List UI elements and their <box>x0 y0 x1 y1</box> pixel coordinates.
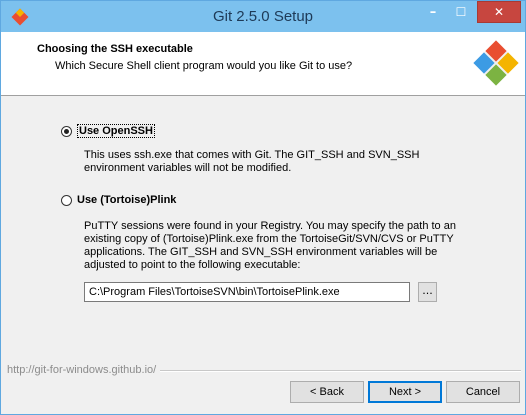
wizard-content: Use OpenSSH This uses ssh.exe that comes… <box>1 96 525 366</box>
option-openssh[interactable]: Use OpenSSH <box>61 124 155 138</box>
radio-plink[interactable] <box>61 194 72 206</box>
option-openssh-description: This uses ssh.exe that comes with Git. T… <box>84 149 420 174</box>
option-plink-description: PuTTY sessions were found in your Regist… <box>84 220 456 271</box>
option-plink[interactable]: Use (Tortoise)Plink <box>61 194 176 206</box>
radio-openssh[interactable] <box>61 125 72 137</box>
option-plink-label[interactable]: Use (Tortoise)Plink <box>77 194 176 206</box>
wizard-header: Choosing the SSH executable Which Secure… <box>1 32 525 96</box>
git-logo-icon <box>473 40 519 86</box>
plink-path-input[interactable]: C:\Program Files\TortoiseSVN\bin\Tortois… <box>84 282 410 302</box>
maximize-button[interactable]: ☐ <box>447 1 475 23</box>
close-button[interactable]: ✕ <box>477 1 521 23</box>
maximize-icon: ☐ <box>455 5 467 19</box>
title-bar[interactable]: Git 2.5.0 Setup – ☐ ✕ <box>1 1 525 32</box>
option-openssh-label[interactable]: Use OpenSSH <box>77 124 155 138</box>
minimize-button[interactable]: – <box>419 1 447 23</box>
setup-window: Git 2.5.0 Setup – ☐ ✕ Choosing the SSH e… <box>0 0 526 415</box>
cancel-button[interactable]: Cancel <box>446 381 520 403</box>
page-subtitle: Which Secure Shell client program would … <box>55 60 353 72</box>
radio-selected-dot <box>64 128 69 134</box>
close-icon: ✕ <box>493 5 505 19</box>
minimize-icon: – <box>429 4 437 20</box>
footer-url: http://git-for-windows.github.io/ <box>7 364 161 376</box>
browse-button[interactable]: ... <box>418 282 437 302</box>
next-button[interactable]: Next > <box>368 381 442 403</box>
page-title: Choosing the SSH executable <box>37 43 193 55</box>
back-button[interactable]: < Back <box>290 381 364 403</box>
